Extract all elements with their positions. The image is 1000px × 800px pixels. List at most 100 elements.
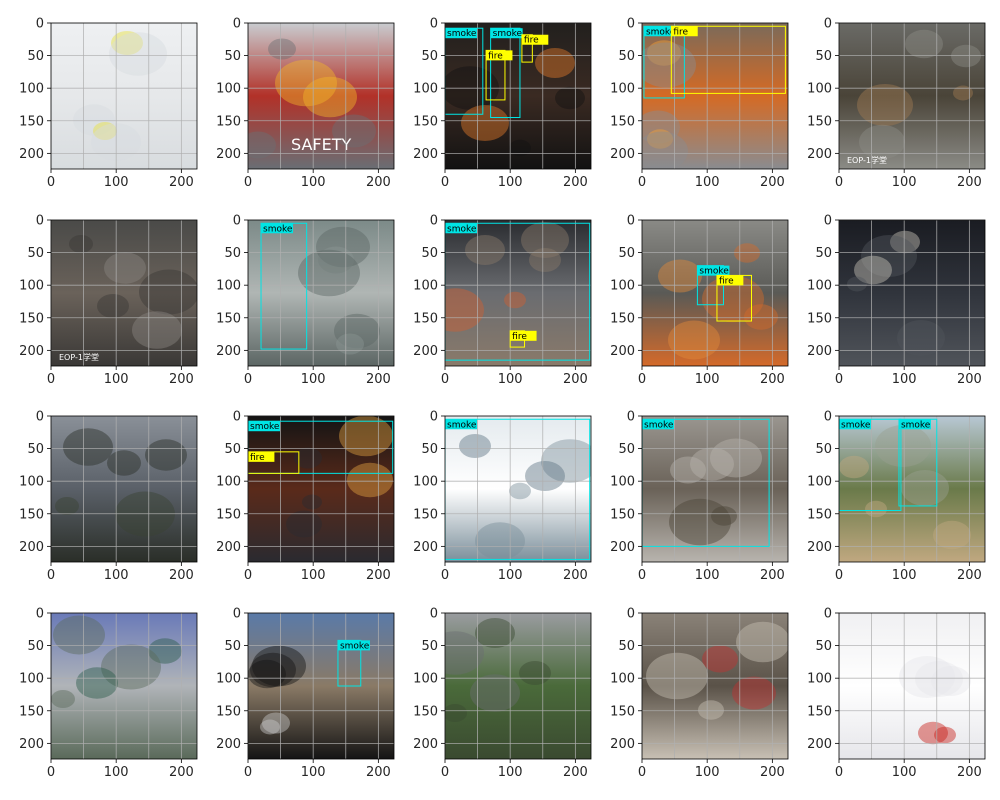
x-tick-label: 200 [366,175,391,190]
y-tick-label: 100 [19,82,44,97]
y-tick-label: 0 [627,214,635,229]
y-tick-label: 200 [610,147,635,162]
y-tick-label: 100 [216,279,241,294]
y-tick-label: 100 [19,475,44,490]
y-tick-label: 150 [19,704,44,719]
x-tick-label: 0 [244,765,252,780]
scene-shape [475,618,515,648]
y-tick-label: 150 [19,311,44,326]
y-tick-label: 200 [19,540,44,555]
y-tick-label: 50 [618,246,635,261]
detection-label: fire [250,453,265,463]
x-tick-label: 200 [563,372,588,387]
y-tick-label: 0 [824,607,832,622]
y-tick-label: 150 [807,704,832,719]
y-tick-label: 50 [27,246,44,261]
x-tick-label: 0 [835,568,843,583]
y-tick-label: 50 [815,49,832,64]
scene-shape [252,645,306,687]
y-tick-label: 0 [824,410,832,425]
scene-shape [509,139,531,157]
y-tick-label: 100 [413,82,438,97]
y-tick-label: 0 [430,410,438,425]
image-panel: SAFETY0 100 200050100150200 [216,17,395,190]
x-tick-label: 0 [835,175,843,190]
x-tick-label: 100 [892,765,917,780]
x-tick-label: 100 [498,372,523,387]
image-panel: 0 100 200050100150200 [413,607,592,780]
scene-shape [459,434,491,458]
y-tick-label: 150 [610,311,635,326]
scene-shape [734,243,760,263]
x-tick-label: 200 [169,765,194,780]
image-panel: 0 100 200050100150200 [19,607,198,780]
x-tick-label: 0 [441,568,449,583]
x-tick-label: 0 [47,568,55,583]
x-tick-label: 100 [104,568,129,583]
x-tick-label: 100 [104,175,129,190]
y-tick-label: 50 [815,246,832,261]
scene-shape [286,510,322,538]
y-tick-label: 150 [807,507,832,522]
y-tick-label: 150 [216,507,241,522]
scene-shape [905,29,943,59]
image-panel: EOP-1学堂0 100 200050100150200 [19,214,198,387]
scene-shape [951,44,981,68]
scene-shape [294,447,322,469]
y-tick-label: 100 [216,475,241,490]
x-tick-label: 0 [638,175,646,190]
scene-shape [711,506,737,526]
x-tick-label: 100 [892,372,917,387]
image-caption-text: EOP-1学堂 [59,352,99,362]
y-tick-label: 200 [216,737,241,752]
x-tick-label: 100 [301,568,326,583]
y-tick-label: 0 [233,17,241,32]
scene-shape [535,48,575,78]
y-tick-label: 0 [36,607,44,622]
x-tick-label: 0 [47,175,55,190]
y-tick-label: 0 [233,214,241,229]
y-tick-label: 100 [610,475,635,490]
y-tick-label: 150 [807,311,832,326]
x-tick-label: 100 [498,568,523,583]
image-panel: 0 100 200050100150200 [19,410,198,583]
x-tick-label: 200 [563,765,588,780]
x-tick-label: 200 [366,765,391,780]
scene-shape [339,416,393,457]
scene-shape [744,304,778,330]
y-tick-label: 100 [413,279,438,294]
y-tick-label: 200 [413,147,438,162]
y-tick-label: 100 [413,475,438,490]
image-panel: EOP-1学堂0 100 200050100150200 [807,17,986,190]
y-tick-label: 100 [216,82,241,97]
scene-shape [302,494,322,510]
scene-shape [646,652,708,700]
y-tick-label: 50 [815,442,832,457]
scene-shape [525,461,565,491]
y-tick-label: 0 [430,607,438,622]
y-tick-label: 150 [216,704,241,719]
x-tick-label: 200 [169,175,194,190]
y-tick-label: 50 [224,442,241,457]
scene-shape [918,721,948,745]
scene-shape [445,704,467,722]
x-tick-label: 100 [695,175,720,190]
image-panel: smoke smoke0 100 200050100150200 [807,410,986,583]
scene-shape [51,690,75,708]
x-tick-label: 200 [957,568,982,583]
x-tick-label: 200 [366,568,391,583]
x-tick-label: 100 [498,765,523,780]
image-panel: smokefire0 100 200050100150200 [216,410,395,583]
y-tick-label: 0 [36,410,44,425]
scene-shape [698,700,724,720]
x-tick-label: 0 [441,175,449,190]
y-tick-label: 50 [421,49,438,64]
image-panel: 0 100 200050100150200 [807,607,986,780]
x-tick-label: 200 [760,372,785,387]
y-tick-label: 150 [610,507,635,522]
y-tick-label: 100 [610,82,635,97]
scene-shape [865,500,887,518]
scene-shape [732,676,776,710]
y-tick-label: 200 [19,147,44,162]
y-tick-label: 100 [807,82,832,97]
